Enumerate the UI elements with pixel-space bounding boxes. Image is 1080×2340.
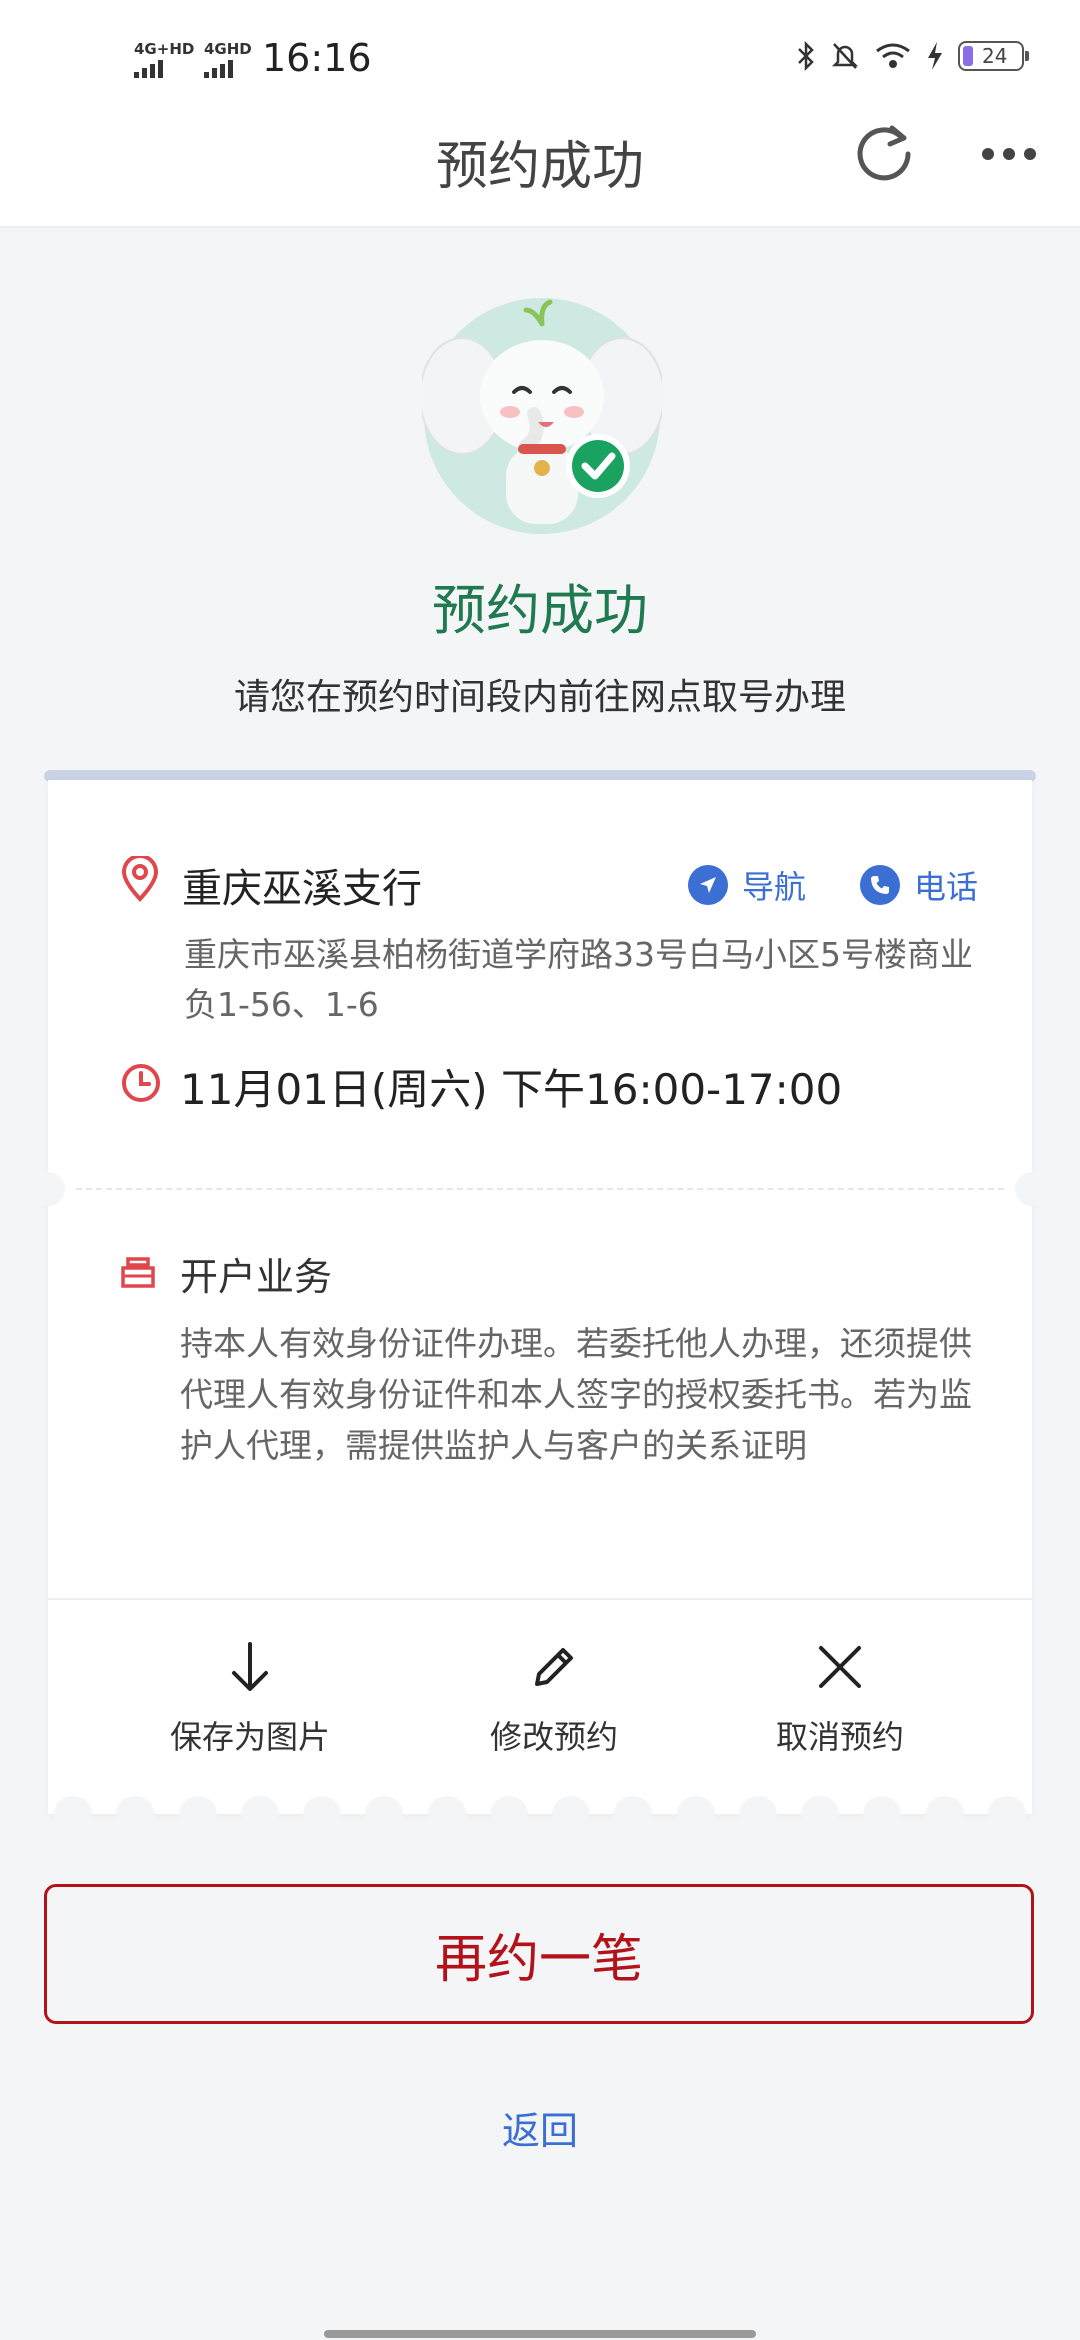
card-notch-right [1015,1172,1049,1206]
refresh-icon[interactable] [852,120,918,186]
back-link[interactable]: 返回 [0,2100,1080,2155]
battery-level: 24 [982,44,1008,68]
card-scalloped-edge [48,1796,1032,1832]
clock-icon [122,1064,160,1102]
modify-appointment-label: 修改预约 [489,1718,618,1756]
modify-appointment-button[interactable]: 修改预约 [444,1636,664,1758]
signal-1-label: 4G+HD [134,40,195,58]
status-time: 16:16 [262,36,372,80]
business-title: 开户业务 [180,1255,333,1299]
close-icon [819,1646,861,1688]
actions-divider [48,1598,1032,1600]
wifi-icon [876,43,910,68]
bluetooth-icon [798,40,814,72]
cancel-appointment-button[interactable]: 取消预约 [730,1636,950,1758]
cancel-appointment-label: 取消预约 [775,1718,904,1756]
phone-button[interactable]: 电话 [860,862,978,908]
signal-icon-1: 4G+HD [134,42,194,78]
signal-2-label: 4GHD [204,40,252,58]
save-as-image-button[interactable]: 保存为图片 [140,1636,360,1758]
appointment-card: 重庆巫溪支行 导航 电话 重庆市巫溪县柏杨街道学府路33号白马小区5号楼商业负1… [31,780,1049,1832]
business-description: 持本人有效身份证件办理。若委托他人办理，还须提供代理人有效身份证件和本人签字的授… [180,1324,972,1465]
page-title: 预约成功 [435,137,644,197]
navigation-arrow-icon [688,865,728,905]
more-icon[interactable] [982,148,1036,160]
phone-label: 电话 [914,868,979,906]
branch-name: 重庆巫溪支行 [182,866,422,912]
elephant-mascot-image [422,298,662,534]
charging-icon [928,42,942,70]
navigation-button[interactable]: 导航 [688,862,806,908]
status-icons: 24 [796,40,1029,72]
card-notch-left [31,1172,65,1206]
download-arrow-icon [232,1642,268,1691]
rebook-button[interactable]: 再约一笔 [44,1884,1034,2024]
phone-icon [860,865,900,905]
save-as-image-label: 保存为图片 [169,1718,330,1756]
navigation-label: 导航 [742,868,807,906]
signal-icon-2: 4GHD [204,42,252,78]
bell-muted-icon [831,43,859,69]
location-pin-icon [121,856,159,902]
battery-indicator: 24 [958,41,1029,71]
home-indicator[interactable] [324,2330,756,2338]
status-bar: 4G+HD 4GHD 16:16 24 [0,34,1080,86]
dashed-divider [76,1188,1004,1190]
appointment-time: 11月01日(周六) 下午16:00-17:00 [180,1065,843,1114]
top-bar: 4G+HD 4GHD 16:16 24 预约成功 [0,0,1080,228]
success-subtitle: 请您在预约时间段内前往网点取号办理 [233,677,846,718]
success-title: 预约成功 [432,579,648,642]
pencil-icon [535,1648,573,1686]
branch-address: 重庆市巫溪县柏杨街道学府路33号白马小区5号楼商业负1-56、1-6 [184,935,973,1024]
business-card-icon [121,1257,155,1288]
